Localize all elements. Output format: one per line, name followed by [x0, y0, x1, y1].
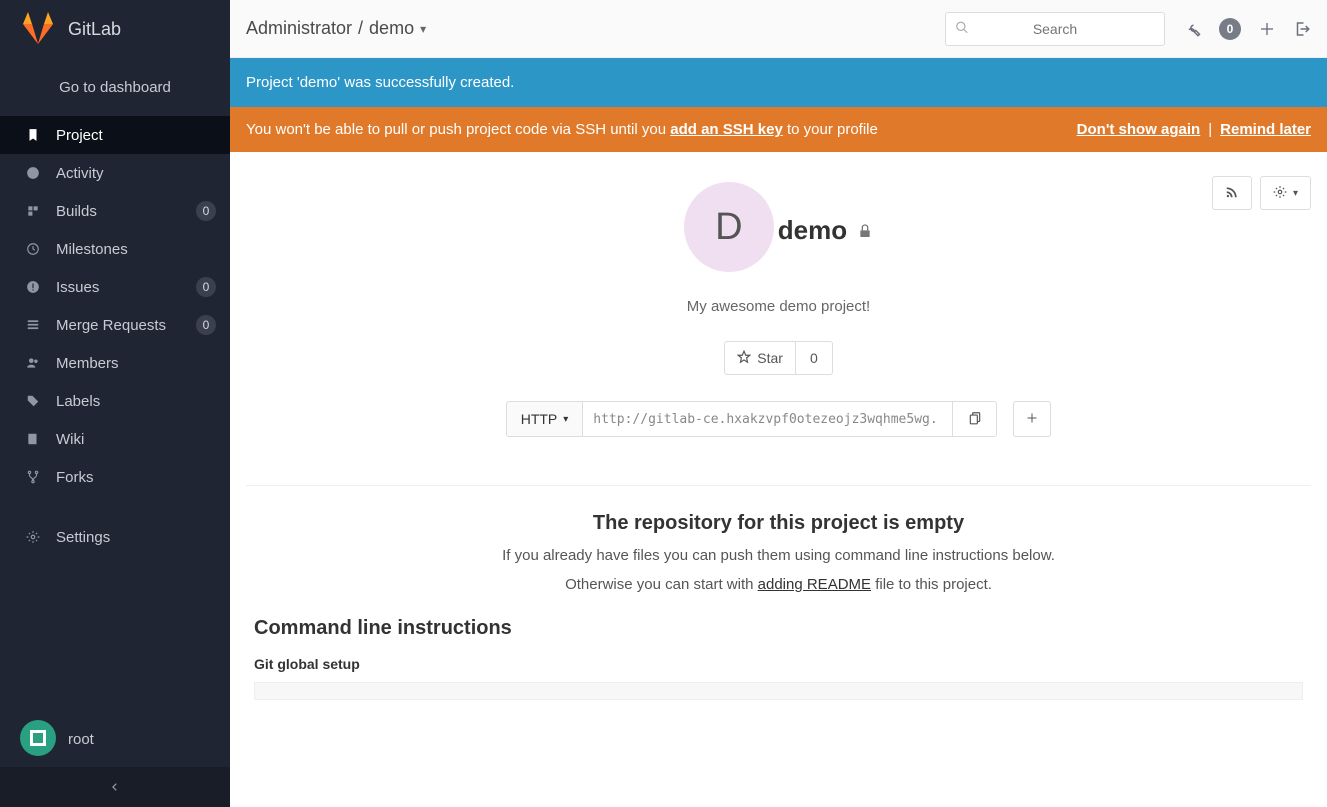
chevron-left-icon — [110, 779, 120, 795]
lock-icon — [857, 215, 873, 246]
bookmark-icon — [24, 128, 42, 142]
fork-icon — [24, 470, 42, 484]
sidebar-nav: Project Activity Builds 0 Milestones I — [0, 116, 230, 556]
sidebar-item-count: 0 — [196, 201, 216, 221]
breadcrumb[interactable]: Administrator / demo ▾ — [246, 18, 426, 39]
sign-out-button[interactable] — [1293, 20, 1311, 38]
cubes-icon — [24, 204, 42, 218]
star-button[interactable]: Star — [724, 341, 796, 375]
chevron-down-icon: ▾ — [563, 414, 568, 425]
cli-heading: Command line instructions — [254, 617, 1303, 640]
sidebar-item-label: Milestones — [56, 241, 216, 258]
copy-url-button[interactable] — [953, 401, 997, 437]
main-content: Project 'demo' was successfully created.… — [230, 58, 1327, 708]
star-icon — [737, 350, 751, 367]
chevron-down-icon: ▾ — [1293, 188, 1298, 199]
admin-wrench-button[interactable] — [1183, 20, 1201, 38]
cli-codebox — [254, 682, 1303, 700]
sidebar-item-label: Members — [56, 355, 216, 372]
sidebar-item-label: Labels — [56, 393, 216, 410]
tasks-icon — [24, 318, 42, 332]
empty-repo-section: The repository for this project is empty… — [246, 485, 1311, 593]
breadcrumb-project: demo — [369, 18, 414, 39]
rss-button[interactable] — [1212, 176, 1252, 210]
go-to-dashboard-link[interactable]: Go to dashboard — [0, 58, 230, 116]
sidebar-item-label: Builds — [56, 203, 182, 220]
current-user-name: root — [68, 731, 94, 748]
star-label: Star — [757, 350, 783, 366]
plus-icon — [1026, 411, 1038, 427]
sidebar: GitLab Go to dashboard Project Activity … — [0, 0, 230, 807]
sidebar-item-label: Project — [56, 127, 216, 144]
remind-later-link[interactable]: Remind later — [1220, 121, 1311, 138]
sidebar-item-label: Forks — [56, 469, 216, 486]
project-description: My awesome demo project! — [246, 298, 1311, 315]
brand-header[interactable]: GitLab — [0, 0, 230, 58]
sidebar-item-label: Issues — [56, 279, 182, 296]
clock-icon — [24, 242, 42, 256]
avatar-icon — [20, 720, 56, 759]
users-icon — [24, 356, 42, 370]
dont-show-again-link[interactable]: Don't show again — [1077, 121, 1201, 138]
empty-repo-line2: Otherwise you can start with adding READ… — [246, 576, 1311, 593]
brand-name: GitLab — [68, 19, 121, 40]
protocol-dropdown[interactable]: HTTP ▾ — [506, 401, 584, 437]
project-avatar: D — [684, 182, 774, 272]
sidebar-item-milestones[interactable]: Milestones — [0, 230, 230, 268]
breadcrumb-owner: Administrator — [246, 18, 352, 39]
sidebar-item-wiki[interactable]: Wiki — [0, 420, 230, 458]
cli-subhead: Git global setup — [254, 656, 1303, 672]
sidebar-item-label: Merge Requests — [56, 317, 182, 334]
todos-count-badge[interactable]: 0 — [1219, 18, 1241, 40]
cogs-icon — [24, 530, 42, 544]
star-count: 0 — [796, 341, 833, 375]
empty-repo-line1: If you already have files you can push t… — [246, 547, 1311, 564]
sidebar-item-settings[interactable]: Settings — [0, 518, 230, 556]
empty-repo-title: The repository for this project is empty — [246, 512, 1311, 535]
flash-ssh-warning: You won't be able to pull or push projec… — [230, 107, 1327, 152]
collapse-sidebar-button[interactable] — [0, 767, 230, 807]
new-plus-button[interactable] — [1259, 21, 1275, 37]
gitlab-logo-icon — [20, 10, 56, 49]
sidebar-item-builds[interactable]: Builds 0 — [0, 192, 230, 230]
sidebar-item-label: Wiki — [56, 431, 216, 448]
sidebar-item-members[interactable]: Members — [0, 344, 230, 382]
chevron-down-icon: ▾ — [420, 22, 426, 36]
sidebar-item-activity[interactable]: Activity — [0, 154, 230, 192]
tags-icon — [24, 394, 42, 408]
search-box — [945, 12, 1165, 46]
sidebar-item-labels[interactable]: Labels — [0, 382, 230, 420]
dashboard-icon — [24, 166, 42, 180]
rss-icon — [1225, 185, 1239, 202]
search-input[interactable] — [945, 12, 1165, 46]
clone-url-input[interactable] — [583, 401, 953, 437]
sidebar-item-merge-requests[interactable]: Merge Requests 0 — [0, 306, 230, 344]
sidebar-item-label: Activity — [56, 165, 216, 182]
sidebar-item-issues[interactable]: Issues 0 — [0, 268, 230, 306]
add-ssh-key-link[interactable]: add an SSH key — [670, 121, 783, 138]
sidebar-item-forks[interactable]: Forks — [0, 458, 230, 496]
sidebar-item-count: 0 — [196, 277, 216, 297]
cli-instructions: Command line instructions Git global set… — [246, 593, 1311, 708]
adding-readme-link[interactable]: adding README — [758, 576, 871, 593]
topbar: Administrator / demo ▾ 0 — [230, 0, 1327, 58]
project-settings-dropdown[interactable]: ▾ — [1260, 176, 1311, 210]
project-title: demo — [778, 215, 873, 246]
book-icon — [24, 432, 42, 446]
clipboard-icon — [968, 411, 982, 428]
sidebar-item-label: Settings — [56, 529, 216, 546]
sidebar-item-count: 0 — [196, 315, 216, 335]
flash-warn-text: You won't be able to pull or push projec… — [246, 121, 878, 138]
flash-success: Project 'demo' was successfully created. — [230, 58, 1327, 107]
exclamation-icon — [24, 280, 42, 294]
gear-icon — [1273, 185, 1287, 202]
sidebar-item-project[interactable]: Project — [0, 116, 230, 154]
current-user[interactable]: root — [0, 711, 230, 767]
add-button[interactable] — [1013, 401, 1051, 437]
